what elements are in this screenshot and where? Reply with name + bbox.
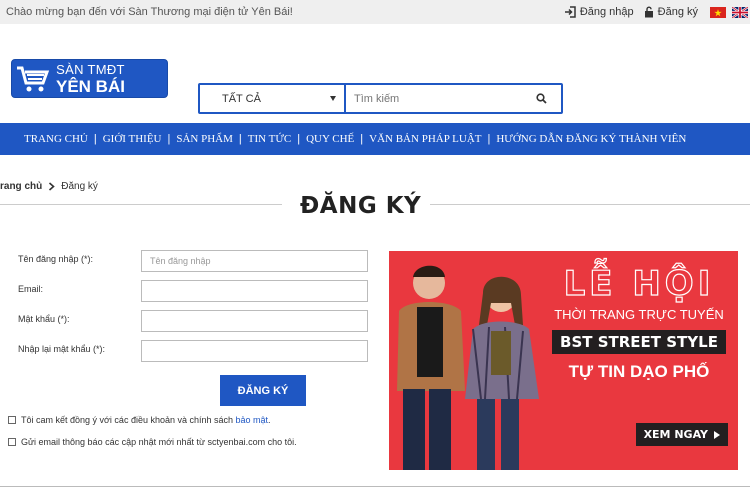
email-input[interactable] — [141, 280, 368, 302]
view-now-button[interactable]: XEM NGAY — [635, 423, 728, 446]
chevron-right-icon — [49, 182, 55, 191]
main-nav: TRANG CHỦ | GIỚI THIỆU | SẢN PHẨM | TIN TỨC… — [0, 123, 750, 155]
title-divider-left — [0, 204, 282, 205]
username-label: Tên đăng nhập (*): — [18, 254, 94, 264]
nav-item-regulations[interactable]: QUY CHẾ — [300, 133, 360, 145]
top-bar: Chào mừng bạn đến với Sàn Thương mại điệ… — [0, 0, 750, 24]
breadcrumb-home[interactable]: rang chủ — [0, 181, 42, 192]
register-button[interactable]: ĐĂNG KÝ — [220, 375, 306, 406]
terms-checkbox[interactable] — [8, 416, 16, 424]
email-label: Email: — [18, 284, 44, 294]
bottom-divider — [0, 486, 750, 487]
title-divider-right — [430, 204, 750, 205]
register-label: Đăng ký — [657, 6, 698, 18]
header: SÀN TMĐT YÊN BÁI TẤT CẢ — [0, 24, 750, 123]
lock-icon — [644, 6, 653, 18]
newsletter-checkbox[interactable] — [8, 438, 16, 446]
search-button[interactable] — [521, 85, 561, 112]
banner-festival: LỄ HỘI — [563, 264, 715, 304]
confirm-password-row: Nhập lại mật khẩu (*): — [18, 340, 378, 362]
search-input[interactable] — [346, 85, 521, 112]
cart-icon — [12, 59, 54, 98]
banner-confident: TỰ TIN DẠO PHỐ — [568, 362, 710, 381]
email-row: Email: — [18, 280, 378, 302]
password-label: Mật khẩu (*): — [18, 314, 70, 324]
register-link[interactable]: Đăng ký — [644, 6, 698, 18]
caret-down-icon — [330, 96, 336, 101]
models-photo — [397, 265, 539, 470]
password-input[interactable] — [141, 310, 368, 332]
breadcrumb-current: Đăng ký — [61, 181, 98, 192]
login-label: Đăng nhập — [579, 6, 634, 18]
terms-end: . — [268, 415, 271, 425]
nav-item-legal-docs[interactable]: VĂN BẢN PHÁP LUẬT — [363, 133, 487, 145]
category-select[interactable]: TẤT CẢ — [200, 85, 346, 112]
play-arrow-icon — [714, 430, 720, 439]
nav-item-products[interactable]: SẢN PHẨM — [170, 133, 239, 145]
search-icon — [535, 93, 547, 104]
page-title: ĐĂNG KÝ — [300, 193, 422, 219]
top-bar-actions: Đăng nhập Đăng ký — [564, 6, 750, 18]
category-selected: TẤT CẢ — [222, 92, 261, 105]
nav-item-news[interactable]: TIN TỨC — [242, 133, 297, 145]
newsletter-checkbox-row: Gửi email thông báo các cập nhật mới nhấ… — [8, 437, 297, 447]
terms-text: Tôi cam kết đồng ý với các điều khoản và… — [21, 415, 271, 425]
username-input[interactable] — [141, 250, 368, 272]
banner-text: LỄ HỘI THỜI TRANG TRỰC TUYẾN BST STREET … — [549, 264, 729, 382]
site-logo[interactable]: SÀN TMĐT YÊN BÁI — [11, 59, 168, 98]
logo-text: SÀN TMĐT YÊN BÁI — [56, 63, 125, 95]
confirm-password-input[interactable] — [141, 340, 368, 362]
login-link[interactable]: Đăng nhập — [564, 6, 634, 18]
confirm-password-label: Nhập lại mật khẩu (*): — [18, 344, 106, 354]
nav-item-home[interactable]: TRANG CHỦ — [18, 133, 94, 145]
welcome-text: Chào mừng bạn đến với Sàn Thương mại điệ… — [6, 6, 293, 18]
fashion-festival-banner[interactable]: LỄ HỘI THỜI TRANG TRỰC TUYẾN BST STREET … — [389, 251, 738, 470]
breadcrumb: rang chủ Đăng ký — [0, 181, 98, 192]
logo-line1: SÀN TMĐT — [56, 61, 125, 77]
view-now-label: XEM NGAY — [643, 428, 708, 441]
newsletter-label: Gửi email thông báo các cập nhật mới nhấ… — [21, 437, 297, 447]
privacy-link[interactable]: bảo mật — [236, 415, 269, 425]
terms-label: Tôi cam kết đồng ý với các điều khoản và… — [21, 415, 236, 425]
page-title-bar: ĐĂNG KÝ — [0, 193, 750, 219]
terms-checkbox-row: Tôi cam kết đồng ý với các điều khoản và… — [8, 415, 271, 425]
nav-item-about[interactable]: GIỚI THIỆU — [97, 133, 168, 145]
banner-bst: BST STREET STYLE — [552, 330, 726, 354]
nav-item-registration-guide[interactable]: HƯỚNG DẪN ĐĂNG KÝ THÀNH VIÊN — [490, 133, 692, 145]
search-bar: TẤT CẢ — [198, 83, 563, 114]
login-icon — [564, 6, 576, 18]
username-row: Tên đăng nhập (*): — [18, 250, 378, 272]
uk-flag-icon[interactable] — [732, 6, 748, 18]
logo-line2: YÊN BÁI — [56, 76, 125, 96]
password-row: Mật khẩu (*): — [18, 310, 378, 332]
vietnam-flag-icon[interactable] — [710, 6, 726, 18]
banner-online: THỜI TRANG TRỰC TUYẾN — [554, 307, 724, 322]
